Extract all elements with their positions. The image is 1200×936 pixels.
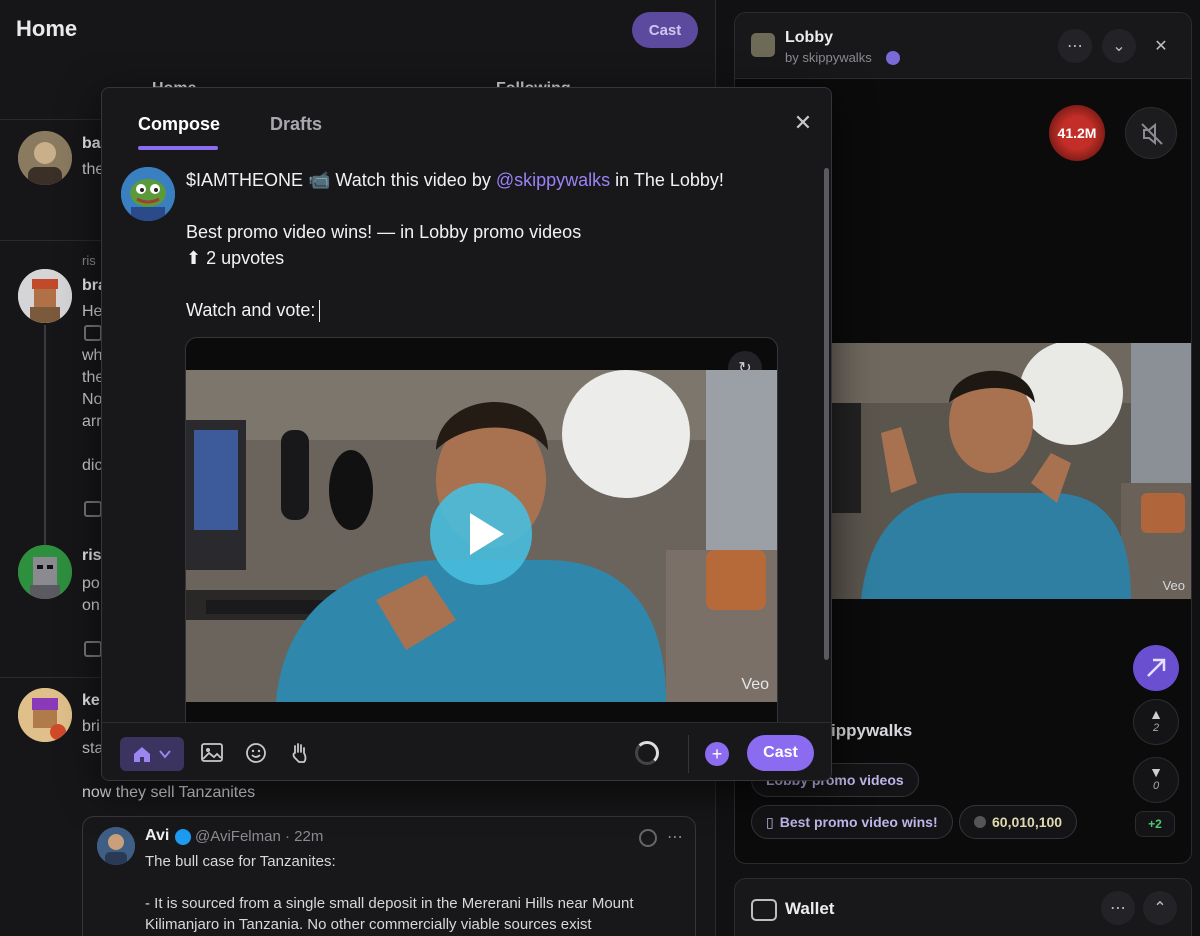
lobby-owner[interactable]: by skippywalks [785, 50, 872, 65]
chip-token-amount[interactable]: 60,010,100 [959, 805, 1078, 839]
arrow-up-right-icon [1147, 658, 1166, 677]
page-title: Home [16, 16, 78, 41]
mute-button[interactable] [1125, 107, 1177, 159]
veo-watermark: Veo [1162, 578, 1185, 593]
avatar[interactable] [18, 545, 72, 599]
chevron-down-icon [159, 750, 171, 759]
text-segment: $IAMTHEONE 📹 Watch this video by [186, 170, 496, 190]
lobby-video-owner[interactable]: ippywalks [831, 721, 912, 741]
more-icon[interactable]: ⋯ [667, 827, 683, 847]
text-caret [319, 300, 321, 323]
thread-line [44, 325, 46, 545]
mention-link[interactable]: @skippywalks [496, 170, 610, 190]
post-author[interactable]: ke [82, 692, 100, 710]
hand-icon[interactable] [288, 741, 312, 765]
recast-note: ris [82, 253, 96, 268]
compose-text-line[interactable]: ⬆ 2 upvotes [186, 248, 284, 269]
more-options-icon[interactable]: ⋯ [1058, 29, 1092, 63]
text-segment: in The Lobby! [610, 170, 724, 190]
tab-compose[interactable]: Compose [138, 114, 220, 135]
cast-button[interactable]: Cast [747, 735, 814, 771]
emoji-icon[interactable] [244, 741, 268, 765]
wallet-icon [751, 899, 777, 921]
chevron-down-icon[interactable]: ⌄ [1102, 29, 1136, 63]
coin-icon [974, 816, 986, 828]
avatar[interactable] [18, 269, 72, 323]
upvote-count: 2 [1152, 722, 1160, 734]
downvote-button[interactable]: ▼ 0 [1133, 757, 1179, 803]
lobby-video[interactable]: Veo [831, 343, 1191, 599]
cast-button-header[interactable]: Cast [632, 12, 698, 48]
viewer-count-badge: 41.2M [1049, 105, 1105, 161]
play-button[interactable] [430, 483, 532, 585]
lobby-title: Lobby [785, 29, 833, 46]
reply-icon[interactable] [84, 641, 102, 657]
more-options-icon[interactable]: ⋯ [1101, 891, 1135, 925]
post-text: now they sell Tanzanites [82, 784, 256, 801]
quoted-post[interactable]: Avi @AviFelman · 22m ⋯ The bull case for… [82, 816, 696, 936]
compose-text-line[interactable]: Best promo video wins! — in Lobby promo … [186, 222, 581, 243]
speaker-muted-icon [1141, 122, 1163, 146]
app: Home Cast Home Following ba the ris bra … [0, 0, 1200, 936]
close-icon[interactable]: ✕ [790, 110, 816, 136]
reply-icon[interactable] [84, 501, 102, 517]
compose-text-line[interactable]: $IAMTHEONE 📹 Watch this video by @skippy… [186, 170, 724, 191]
post-author[interactable]: ba [82, 135, 101, 153]
veo-watermark: Veo [741, 676, 769, 693]
chip-label: 60,010,100 [992, 814, 1063, 830]
play-icon [470, 513, 504, 555]
toolbar-divider [688, 735, 689, 773]
compose-text-line[interactable]: Watch and vote: [186, 300, 321, 323]
compose-modal: Compose Drafts ✕ $IAMTHEONE 📹 Watch this… [101, 87, 832, 781]
close-icon[interactable]: ✕ [1144, 29, 1178, 63]
wallet-panel: Wallet ⋯ ⌃ [734, 878, 1192, 936]
no-recast-icon [639, 829, 657, 847]
chevron-up-icon[interactable]: ⌃ [1143, 891, 1177, 925]
triangle-up-icon: ▲ [1149, 706, 1163, 722]
avatar[interactable] [18, 131, 72, 185]
post-text: po on [82, 575, 100, 614]
compose-toolbar: + Cast [102, 722, 831, 780]
quote-text: The bull case for Tanzanites: - It is so… [145, 853, 634, 933]
scrollbar[interactable] [824, 168, 829, 660]
add-icon[interactable]: + [705, 742, 729, 766]
lobby-header: Lobby by skippywalks ⋯ ⌄ ✕ [735, 13, 1191, 79]
verified-icon [886, 51, 900, 65]
quote-author: Avi [145, 827, 170, 844]
share-button[interactable] [1133, 645, 1179, 691]
downvote-count: 0 [1152, 780, 1160, 792]
avatar [97, 827, 135, 865]
triangle-down-icon: ▼ [1149, 764, 1163, 780]
embed-video-frame[interactable]: Veo [186, 370, 777, 702]
character-count-ring [635, 741, 659, 765]
active-tab-indicator [138, 146, 218, 150]
phone-icon: ▯ [766, 813, 774, 830]
wallet-title: Wallet [785, 899, 835, 918]
video-embed[interactable]: ↻ Veo [185, 337, 778, 737]
text-segment: Watch and vote: [186, 300, 316, 320]
quote-handle: @AviFelman · 22m [195, 828, 324, 845]
channel-selector[interactable] [120, 737, 184, 771]
avatar[interactable] [18, 688, 72, 742]
upvote-button[interactable]: ▲ 2 [1133, 699, 1179, 745]
image-icon[interactable] [200, 741, 224, 765]
home-icon [134, 747, 150, 762]
avatar[interactable] [121, 167, 175, 221]
verified-icon [175, 829, 191, 845]
post-author[interactable]: ris [82, 547, 102, 565]
tab-drafts[interactable]: Drafts [270, 114, 322, 135]
chip-best-promo[interactable]: ▯ Best promo video wins! [751, 805, 953, 839]
score-badge: +2 [1135, 811, 1175, 837]
chip-label: Best promo video wins! [779, 814, 938, 830]
lobby-logo [751, 33, 775, 57]
